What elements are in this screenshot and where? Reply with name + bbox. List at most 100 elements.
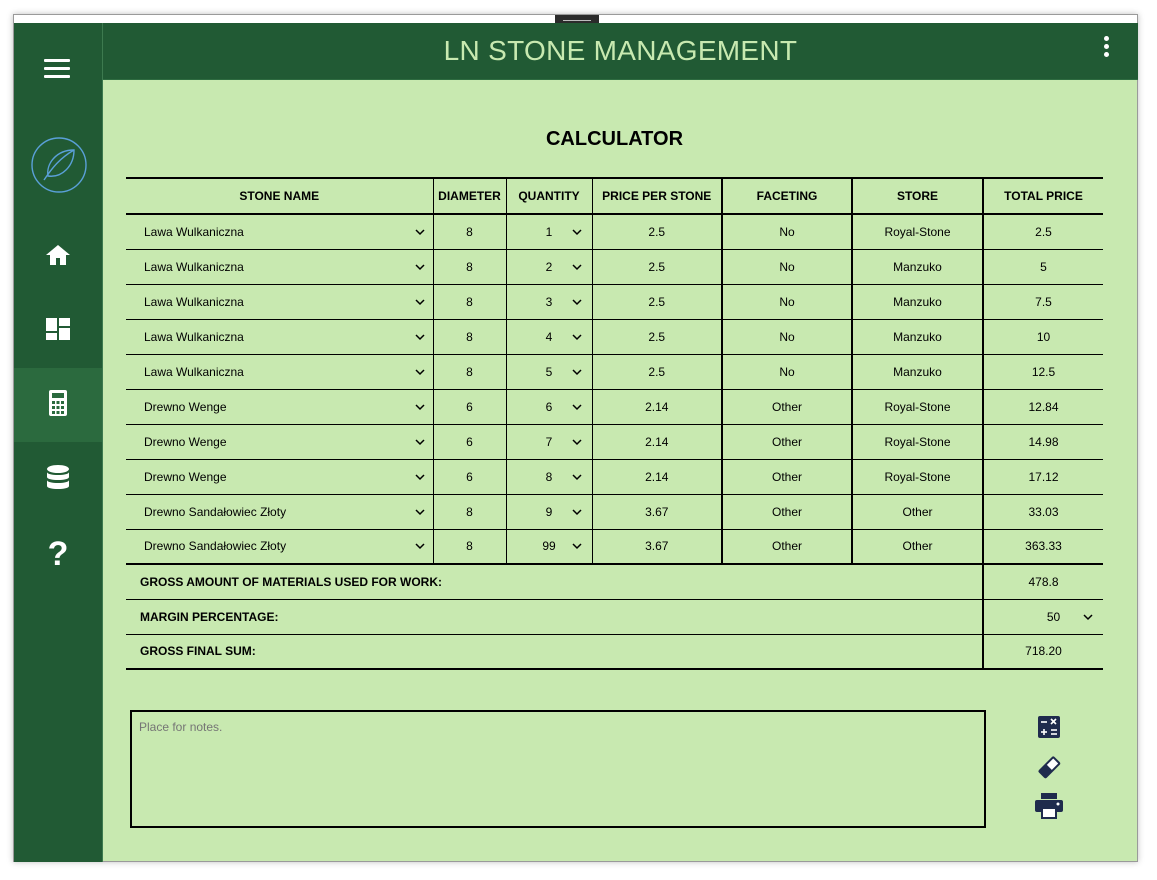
stone-name-select[interactable]: Lawa Wulkaniczna xyxy=(126,353,434,390)
price-per-stone-cell: 2.5 xyxy=(591,318,723,355)
stone-name-select[interactable]: Drewno Sandałowiec Złoty xyxy=(126,528,434,565)
stone-name-value: Lawa Wulkaniczna xyxy=(144,224,244,239)
final-sum-row: GROSS FINAL SUM: 718.20 xyxy=(126,633,1103,670)
hamburger-menu-icon[interactable] xyxy=(44,59,70,85)
stone-name-select[interactable]: Drewno Wenge xyxy=(126,458,434,495)
quantity-select[interactable]: 1 xyxy=(505,213,593,250)
stone-name-select[interactable]: Drewno Wenge xyxy=(126,388,434,425)
stone-name-select[interactable]: Lawa Wulkaniczna xyxy=(126,283,434,320)
total-price-cell: 12.5 xyxy=(982,353,1103,390)
total-price-cell: 5 xyxy=(982,248,1103,285)
clear-button[interactable] xyxy=(1033,753,1065,785)
print-button[interactable] xyxy=(1033,792,1065,824)
quantity-select[interactable]: 4 xyxy=(505,318,593,355)
stone-name-select[interactable]: Drewno Sandałowiec Złoty xyxy=(126,493,434,530)
price-per-stone-cell: 2.14 xyxy=(591,458,723,495)
chevron-down-icon xyxy=(414,298,425,305)
calculator-icon xyxy=(48,389,68,422)
stone-name-value: Lawa Wulkaniczna xyxy=(144,294,244,309)
help-icon: ? xyxy=(47,534,69,573)
quantity-select[interactable]: 9 xyxy=(505,493,593,530)
faceting-cell: No xyxy=(721,213,853,250)
total-price-cell: 14.98 xyxy=(982,423,1103,460)
total-price-cell: 12.84 xyxy=(982,388,1103,425)
chevron-down-icon xyxy=(414,229,425,235)
column-header-quantity: QUANTITY xyxy=(505,177,593,215)
margin-percentage-value: 50 xyxy=(1046,609,1061,624)
stone-name-select[interactable]: Lawa Wulkaniczna xyxy=(126,248,434,285)
database-icon xyxy=(46,464,70,497)
faceting-cell: No xyxy=(721,283,853,320)
calculate-button[interactable] xyxy=(1033,713,1065,745)
margin-row: MARGIN PERCENTAGE: 50 xyxy=(126,598,1103,635)
nav-home[interactable] xyxy=(14,220,102,294)
margin-percentage-label: MARGIN PERCENTAGE: xyxy=(126,598,984,635)
total-price-cell: 2.5 xyxy=(982,213,1103,250)
final-sum-label: GROSS FINAL SUM: xyxy=(126,633,984,670)
nav-help[interactable]: ? xyxy=(14,517,102,591)
chevron-down-icon xyxy=(571,298,582,305)
page-title: CALCULATOR xyxy=(545,128,684,150)
nav-database[interactable] xyxy=(14,443,102,517)
table-row: Lawa Wulkaniczna 8 1 2.5 No Royal-Stone 2.5 xyxy=(126,213,1103,250)
column-header-total-price: TOTAL PRICE xyxy=(982,177,1103,215)
total-price-cell: 17.12 xyxy=(982,458,1103,495)
chevron-down-icon xyxy=(571,543,582,550)
nav-calculator[interactable] xyxy=(14,368,102,442)
notes-textarea[interactable] xyxy=(130,710,986,828)
diameter-cell: 6 xyxy=(432,458,507,495)
quantity-value: 8 xyxy=(545,469,553,484)
nav-dashboard[interactable] xyxy=(14,294,102,368)
margin-percentage-select[interactable]: 50 xyxy=(983,598,1103,635)
diameter-cell: 8 xyxy=(432,353,507,390)
price-per-stone-cell: 2.5 xyxy=(591,283,723,320)
faceting-cell: No xyxy=(721,353,853,390)
table-row: Drewno Wenge 6 6 2.14 Other Royal-Stone 12.84 xyxy=(126,388,1103,425)
quantity-select[interactable]: 3 xyxy=(505,283,593,320)
chevron-down-icon xyxy=(414,438,425,445)
total-price-cell: 10 xyxy=(982,318,1103,355)
quantity-select[interactable]: 5 xyxy=(505,353,593,390)
faceting-cell: No xyxy=(721,318,853,355)
stone-name-select[interactable]: Drewno Wenge xyxy=(126,423,434,460)
stone-name-select[interactable]: Lawa Wulkaniczna xyxy=(126,213,434,250)
gross-amount-value: 478.8 xyxy=(983,563,1103,600)
more-options-icon[interactable] xyxy=(1104,36,1110,60)
quantity-select[interactable]: 8 xyxy=(505,458,593,495)
chevron-down-icon xyxy=(571,403,582,410)
table-row: Drewno Sandałowiec Złoty 8 9 3.67 Other Other… xyxy=(126,493,1103,530)
quantity-value: 99 xyxy=(542,539,556,554)
calculate-icon xyxy=(1037,715,1061,744)
diameter-cell: 8 xyxy=(432,528,507,565)
chevron-down-icon xyxy=(414,403,425,410)
price-per-stone-cell: 2.5 xyxy=(591,213,723,250)
stone-name-select[interactable]: Lawa Wulkaniczna xyxy=(126,318,434,355)
price-per-stone-cell: 3.67 xyxy=(591,493,723,530)
stone-name-value: Drewno Wenge xyxy=(144,434,227,449)
price-per-stone-cell: 2.5 xyxy=(591,353,723,390)
eraser-icon xyxy=(1036,755,1062,784)
quantity-select[interactable]: 6 xyxy=(505,388,593,425)
faceting-cell: No xyxy=(721,248,853,285)
quantity-select[interactable]: 2 xyxy=(505,248,593,285)
diameter-cell: 8 xyxy=(432,493,507,530)
column-header-store: STORE xyxy=(851,177,984,215)
quantity-select[interactable]: 99 xyxy=(505,528,593,565)
faceting-cell: Other xyxy=(721,458,853,495)
store-cell: Manzuko xyxy=(851,248,984,285)
table-row: Drewno Wenge 6 8 2.14 Other Royal-Stone 17.12 xyxy=(126,458,1103,495)
diameter-cell: 6 xyxy=(432,423,507,460)
quantity-value: 9 xyxy=(545,504,553,519)
sidebar: ? xyxy=(14,23,103,862)
quantity-select[interactable]: 7 xyxy=(505,423,593,460)
stone-name-value: Drewno Wenge xyxy=(144,469,227,484)
stone-name-value: Lawa Wulkaniczna xyxy=(144,364,244,379)
quantity-value: 3 xyxy=(545,294,553,309)
store-cell: Manzuko xyxy=(851,283,984,320)
chevron-down-icon xyxy=(571,333,582,340)
quantity-value: 7 xyxy=(545,434,553,449)
column-header-diameter: DIAMETER xyxy=(432,177,507,215)
chevron-down-icon xyxy=(571,473,582,480)
store-cell: Royal-Stone xyxy=(851,458,984,495)
diameter-cell: 6 xyxy=(432,388,507,425)
